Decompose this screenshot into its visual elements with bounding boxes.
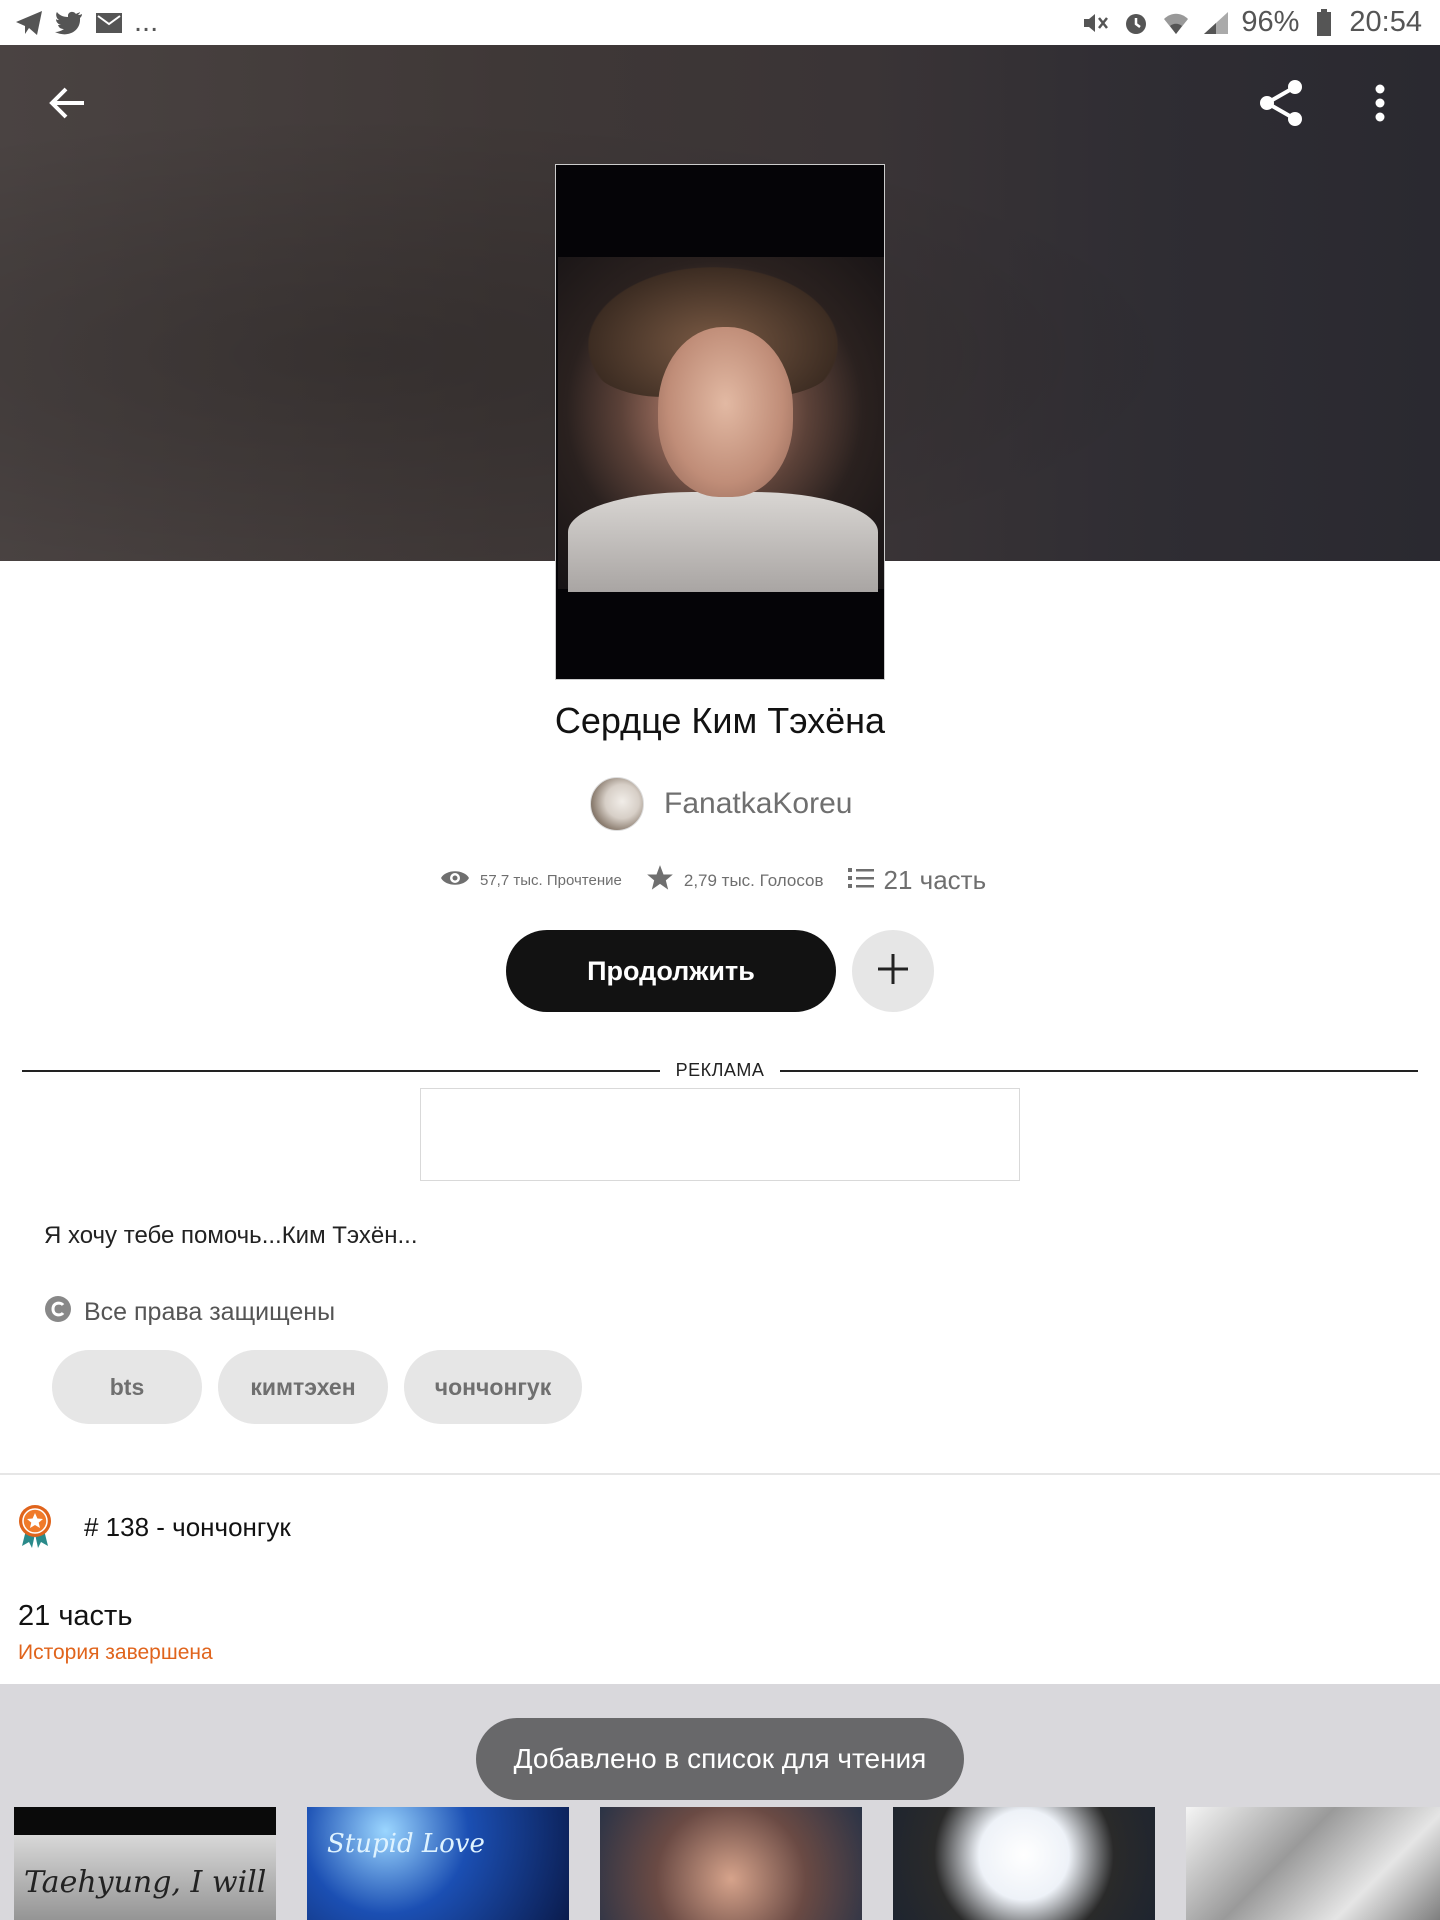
arrow-left-icon	[48, 85, 88, 126]
list-icon	[847, 867, 874, 894]
parts-count: 21 часть	[883, 865, 987, 895]
plus-icon	[876, 952, 910, 991]
votes-count: 2,79 тыс. Голосов	[683, 870, 824, 890]
more-vertical-icon	[1374, 83, 1386, 128]
avatar	[590, 777, 644, 831]
story-status: История завершена	[18, 1641, 213, 1664]
ad-divider-left	[22, 1070, 660, 1072]
ranking-row[interactable]: # 138 - чончонгук	[16, 1504, 291, 1553]
wifi-icon	[1161, 8, 1191, 38]
signal-icon	[1201, 8, 1231, 38]
parts-heading[interactable]: 21 часть	[18, 1600, 132, 1633]
rank-text: # 138 - чончонгук	[84, 1512, 291, 1542]
ad-label: РЕКЛАМА	[675, 1060, 765, 1080]
tag-list: bts кимтэхен чончонгук	[52, 1350, 582, 1424]
similar-story-cover[interactable]: Stupid Love	[307, 1807, 569, 1920]
status-more-text: ...	[134, 6, 159, 38]
alarm-icon	[1121, 8, 1151, 38]
reads-count: 57,7 тыс. Прочтение	[480, 872, 622, 889]
copyright-text: Все права защищены	[84, 1298, 336, 1326]
add-to-library-button[interactable]	[852, 930, 934, 1012]
copyright-icon	[44, 1295, 72, 1330]
mute-icon	[1081, 8, 1111, 38]
share-button[interactable]	[1242, 65, 1322, 145]
thumb-cover-text: Stupid Love	[327, 1829, 485, 1859]
mail-icon	[94, 8, 124, 38]
similar-story-cover[interactable]	[1186, 1807, 1440, 1920]
tag-chip[interactable]: bts	[52, 1350, 202, 1424]
author-link[interactable]: FanatkaKoreu	[590, 775, 852, 833]
copyright-info: Все права защищены	[44, 1295, 335, 1330]
story-details-screen: ... 96% 20:54 Сердце Ким Тэхёна FanatkaK…	[0, 0, 1440, 1920]
eye-icon	[440, 867, 470, 894]
cover-photo	[558, 257, 884, 592]
twitter-icon	[54, 8, 84, 38]
ad-banner[interactable]	[420, 1088, 1020, 1181]
award-badge-icon	[16, 1504, 54, 1553]
more-options-button[interactable]	[1340, 65, 1420, 145]
clock: 20:54	[1349, 6, 1422, 38]
tag-chip[interactable]: чончонгук	[404, 1350, 582, 1424]
continue-reading-button[interactable]: Продолжить	[506, 930, 836, 1012]
back-button[interactable]	[28, 65, 108, 145]
telegram-icon	[14, 8, 44, 38]
ad-divider-right	[780, 1070, 1418, 1072]
tag-chip[interactable]: кимтэхен	[218, 1350, 388, 1424]
similar-story-cover[interactable]	[893, 1807, 1155, 1920]
section-divider	[0, 1473, 1440, 1475]
battery-percent: 96%	[1241, 6, 1300, 38]
story-title: Сердце Ким Тэхёна	[554, 700, 886, 741]
similar-story-cover[interactable]: Taehyung, I will not	[14, 1807, 276, 1920]
share-icon	[1257, 78, 1307, 133]
story-cover[interactable]	[555, 164, 885, 680]
similar-story-cover[interactable]	[600, 1807, 862, 1920]
story-description: Я хочу тебе помочь...Ким Тэхён...	[44, 1222, 418, 1249]
status-bar: ... 96% 20:54	[0, 0, 1440, 45]
battery-icon	[1309, 8, 1339, 38]
star-icon	[646, 864, 674, 897]
story-stats: 57,7 тыс. Прочтение 2,79 тыс. Голосов 21…	[440, 864, 986, 897]
toast-message: Добавлено в список для чтения	[476, 1718, 964, 1800]
thumb-cover-text: Taehyung, I will not	[24, 1865, 276, 1900]
author-name: FanatkaKoreu	[664, 787, 853, 820]
